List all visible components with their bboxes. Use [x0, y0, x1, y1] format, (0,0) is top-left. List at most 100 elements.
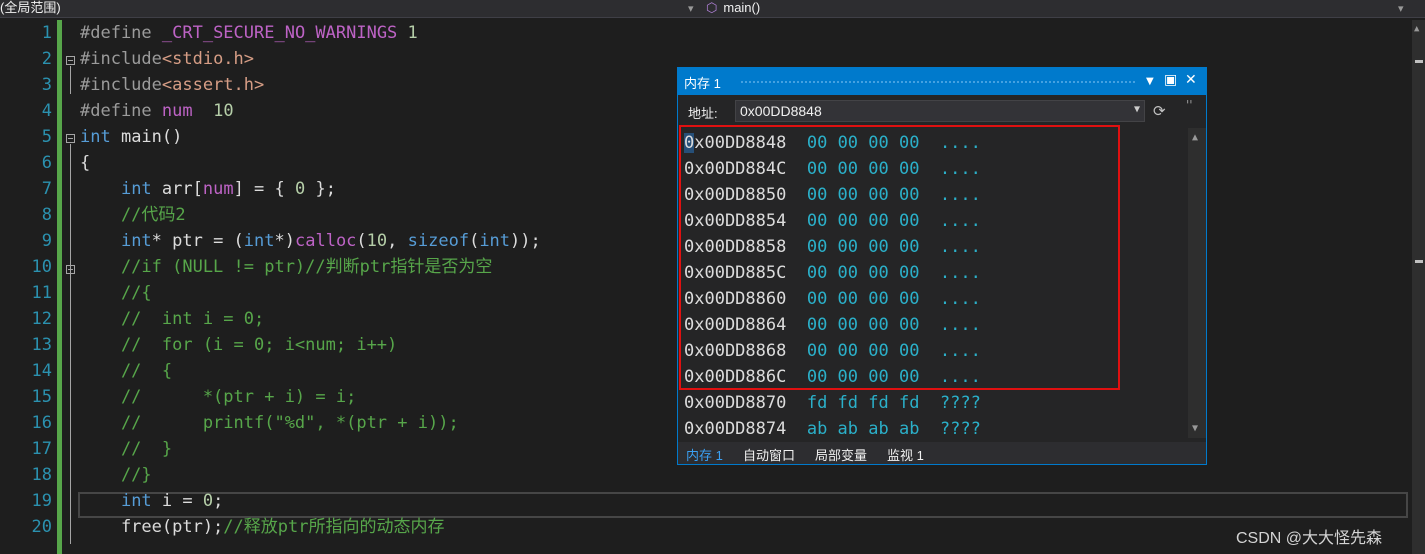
line-number: 1 — [41, 23, 52, 43]
code-token: 10 — [366, 231, 388, 251]
dropdown-icon[interactable]: ▼ — [1146, 76, 1154, 87]
code-token: ; — [213, 491, 224, 511]
line-number: 14 — [31, 361, 52, 381]
code-line[interactable]: // for (i = 0; i<num; i++) — [80, 332, 397, 358]
line-number: 17 — [31, 439, 52, 459]
tab-1[interactable]: 自动窗口 — [743, 445, 795, 464]
code-line[interactable]: //代码2 — [80, 202, 186, 228]
code-line[interactable]: //if (NULL != ptr)//判断ptr指针是否为空 — [80, 254, 492, 280]
scope-dropdown[interactable]: (全局范围) — [0, 0, 700, 17]
code-line[interactable]: int main() — [80, 124, 182, 150]
code-token: //代码2 — [80, 205, 186, 225]
collapse-icon[interactable] — [66, 265, 75, 274]
memory-row[interactable]: 0x00DD8870 fd fd fd fd ???? — [684, 390, 981, 416]
code-line[interactable]: int arr[num] = { 0 }; — [80, 176, 336, 202]
code-token: #include — [80, 75, 162, 95]
code-line[interactable]: // { — [80, 358, 172, 384]
code-line[interactable]: #define _CRT_SECURE_NO_WARNINGS 1 — [80, 20, 418, 46]
code-token: int — [479, 231, 511, 251]
code-token: arr[ — [151, 179, 203, 199]
code-token: 1 — [407, 23, 418, 43]
memory-row[interactable]: 0x00DD8874 ab ab ab ab ???? — [684, 416, 981, 438]
memory-bytes[interactable]: fd fd fd fd — [807, 393, 920, 413]
code-token: }; — [305, 179, 336, 199]
chevron-down-icon[interactable]: ▼ — [1134, 104, 1140, 115]
code-line[interactable]: // printf("%d", *(ptr + i)); — [80, 410, 459, 436]
line-number: 9 — [41, 231, 52, 251]
line-number: 16 — [31, 413, 52, 433]
code-token: _CRT_SECURE_NO_WARNINGS — [161, 23, 398, 43]
editor-scrollbar[interactable]: ▲ — [1412, 20, 1425, 554]
code-token: // } — [80, 439, 173, 459]
tab-0[interactable]: 内存 1 — [686, 445, 723, 464]
line-number-gutter: 1 2 3 4 5 6 7 8 9 10 11 12 13 14 15 16 17 18 19 20 — [0, 20, 56, 554]
collapse-icon[interactable] — [66, 56, 75, 65]
line-number: 15 — [31, 387, 52, 407]
address-input[interactable]: 0x00DD8848 ▼ — [735, 100, 1145, 122]
code-line[interactable]: // *(ptr + i) = i; — [80, 384, 356, 410]
scroll-up-icon[interactable]: ▲ — [1192, 132, 1198, 143]
close-icon[interactable]: ✕ — [1185, 72, 1197, 88]
memory-window-title: 内存 1 — [684, 76, 721, 91]
watermark: CSDN @大大怪先森 — [1236, 530, 1383, 547]
drag-grip[interactable] — [740, 80, 1136, 84]
code-token: * ptr = ( — [151, 231, 244, 251]
line-number: 12 — [31, 309, 52, 329]
code-token: //} — [80, 465, 152, 485]
code-token: 0 — [202, 491, 214, 511]
line-number: 4 — [41, 101, 52, 121]
tool-window-tabs: 内存 1 自动窗口 局部变量 监视 1 — [678, 442, 1206, 464]
code-token: //if (NULL != ptr)//判断ptr指针是否为空 — [80, 257, 493, 277]
scope-bar: (全局范围) ▾ ⬡ main() ▾ — [0, 0, 1425, 18]
memory-address: 0x00DD8870 — [684, 393, 787, 413]
refresh-icon[interactable]: ⟳ — [1153, 102, 1166, 120]
code-line[interactable]: #include<assert.h> — [80, 72, 264, 98]
code-token: int — [120, 491, 152, 511]
code-token: <assert.h> — [161, 75, 265, 95]
code-line[interactable]: //} — [80, 462, 152, 488]
chevron-down-icon[interactable]: ▾ — [688, 0, 694, 17]
code-line[interactable]: free(ptr);//释放ptr所指向的动态内存 — [80, 514, 445, 540]
code-line[interactable]: // } — [80, 436, 172, 462]
function-dropdown[interactable]: ⬡ main() — [706, 0, 760, 16]
code-token: <stdio.h> — [161, 49, 255, 69]
line-number: 5 — [41, 127, 52, 147]
annotation-highlight-box — [679, 125, 1120, 390]
code-line[interactable]: { — [80, 150, 90, 176]
tab-2[interactable]: 局部变量 — [815, 445, 867, 464]
memory-bytes[interactable]: ab ab ab ab — [807, 419, 920, 438]
memory-ascii: ???? — [939, 419, 981, 438]
code-token: ] = { — [233, 179, 295, 199]
code-token: *) — [274, 231, 295, 251]
memory-window-titlebar[interactable]: 内存 1 ▼ ▣ ✕ — [678, 68, 1206, 95]
scroll-up-icon[interactable]: ▲ — [1414, 24, 1419, 34]
memory-scrollbar[interactable]: ▲ ▼ — [1188, 128, 1206, 438]
code-token: int — [80, 127, 111, 147]
code-token: #define — [80, 101, 162, 121]
code-line[interactable]: // int i = 0; — [80, 306, 264, 332]
tab-3[interactable]: 监视 1 — [887, 445, 924, 464]
code-line[interactable]: #include<stdio.h> — [80, 46, 254, 72]
line-number: 6 — [41, 153, 52, 173]
code-line[interactable]: #define num 10 — [80, 98, 234, 124]
code-token: // int i = 0; — [80, 309, 265, 329]
code-line[interactable]: int i = 0; — [80, 488, 223, 514]
maximize-icon[interactable]: ▣ — [1164, 72, 1177, 88]
overflow-icon[interactable]: '' — [1186, 98, 1193, 112]
code-line[interactable]: //{ — [80, 280, 152, 306]
chevron-down-icon[interactable]: ▾ — [1398, 0, 1404, 17]
collapse-icon[interactable] — [66, 134, 75, 143]
code-token: // *(ptr + i) = i; — [80, 387, 357, 407]
code-token: i = — [151, 491, 203, 511]
code-token: 10 — [213, 101, 234, 121]
line-number: 19 — [31, 491, 52, 511]
line-number: 13 — [31, 335, 52, 355]
code-token: calloc — [295, 231, 357, 251]
code-line[interactable]: int* ptr = (int*)calloc(10, sizeof(int))… — [80, 228, 541, 254]
scroll-down-icon[interactable]: ▼ — [1192, 423, 1198, 434]
code-token: 0 — [295, 179, 306, 199]
line-number: 2 — [41, 49, 52, 69]
